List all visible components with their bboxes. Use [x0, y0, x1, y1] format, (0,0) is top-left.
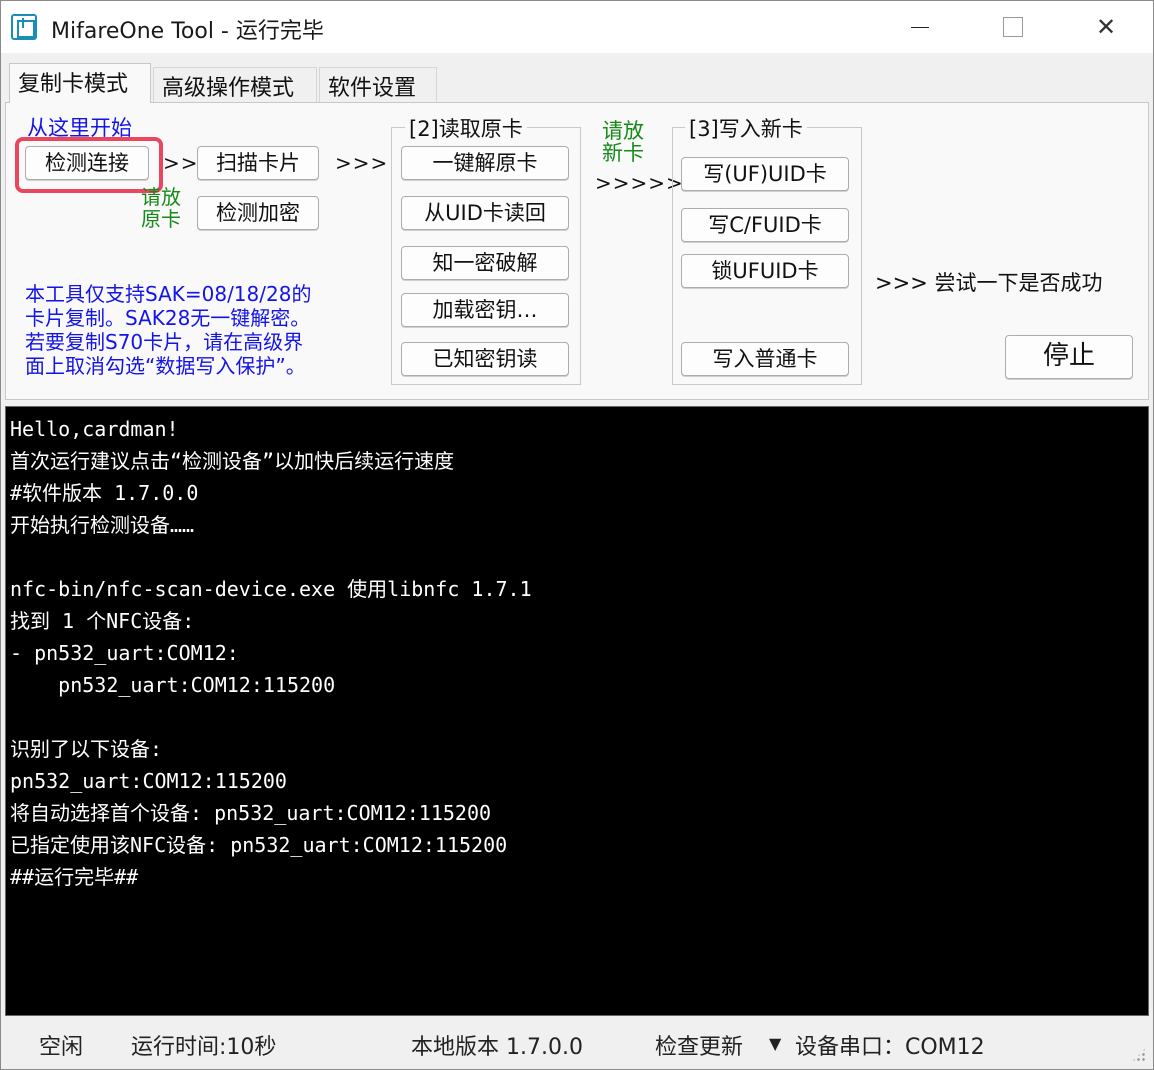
- console-line: 已指定使用该NFC设备: pn532_uart:COM12:115200: [10, 833, 508, 857]
- write-uf-uid-label: 写(UF)UID卡: [703, 162, 827, 186]
- status-runtime: 运行时间:10秒: [131, 1035, 277, 1060]
- console-line: 首次运行建议点击“检测设备”以加快后续运行速度: [10, 449, 455, 473]
- load-keys-label: 加载密钥…: [432, 298, 538, 322]
- detect-connection-button[interactable]: 检测连接: [25, 146, 149, 180]
- read-original-group-title: [2]读取原卡: [405, 113, 527, 143]
- resize-grip-icon[interactable]: [1131, 1047, 1147, 1063]
- known-key-crack-label: 知一密破解: [432, 251, 538, 275]
- check-update-link[interactable]: 检查更新: [655, 1029, 743, 1061]
- check-encryption-label: 检测加密: [216, 201, 300, 225]
- console-line: ##运行完毕##: [10, 865, 139, 889]
- console-line: 将自动选择首个设备: pn532_uart:COM12:115200: [10, 801, 492, 825]
- console-line: 识别了以下设备:: [10, 737, 163, 761]
- stop-label: 停止: [1042, 341, 1095, 371]
- maximize-button[interactable]: [977, 1, 1047, 53]
- try-success-hint: >>> 尝试一下是否成功: [875, 271, 1103, 295]
- close-button[interactable]: ✕: [1071, 1, 1141, 53]
- read-known-keys-button[interactable]: 已知密钥读: [401, 342, 569, 376]
- status-bar: 空闲 运行时间:10秒 本地版本 1.7.0.0 检查更新 ▼ 设备串口：COM…: [1, 1019, 1153, 1069]
- lock-ufuid-label: 锁UFUID卡: [711, 259, 819, 283]
- arrow-to-read: >>>: [335, 151, 389, 175]
- scan-card-button[interactable]: 扫描卡片: [197, 146, 319, 180]
- app-window: MifareOne Tool - 运行完毕 ✕ 复制卡模式 高级操作模式 软件设…: [0, 0, 1154, 1070]
- lock-ufuid-button[interactable]: 锁UFUID卡: [681, 254, 849, 288]
- note-line: 面上取消勾选“数据写入保护”。: [25, 354, 306, 378]
- place-original-line2: 原卡: [141, 207, 181, 231]
- read-known-keys-label: 已知密钥读: [432, 347, 538, 371]
- status-state: 空闲: [39, 1035, 84, 1060]
- tab-settings[interactable]: 软件设置: [319, 67, 437, 103]
- detect-connection-label: 检测连接: [45, 151, 129, 175]
- read-back-uid-label: 从UID卡读回: [424, 201, 546, 225]
- known-key-crack-button[interactable]: 知一密破解: [401, 246, 569, 280]
- console-line: 开始执行检测设备……: [10, 513, 195, 537]
- note-line: 本工具仅支持SAK=08/18/28的: [25, 282, 312, 306]
- console-line: 找到 1 个NFC设备:: [10, 609, 195, 633]
- place-new-hint: 请放 新卡: [602, 120, 644, 164]
- note-line: 卡片复制。SAK28无一键解密。: [25, 306, 311, 330]
- one-click-decrypt-label: 一键解原卡: [432, 151, 538, 175]
- tab-copy-card-mode[interactable]: 复制卡模式: [9, 63, 151, 103]
- place-new-line1: 请放: [602, 119, 644, 143]
- support-note: 本工具仅支持SAK=08/18/28的 卡片复制。SAK28无一键解密。 若要复…: [25, 282, 385, 378]
- scan-card-label: 扫描卡片: [216, 151, 300, 175]
- app-logo-icon: [11, 14, 37, 40]
- output-console[interactable]: Hello,cardman! 首次运行建议点击“检测设备”以加快后续运行速度 #…: [5, 406, 1149, 1016]
- check-encryption-button[interactable]: 检测加密: [197, 196, 319, 230]
- console-line: - pn532_uart:COM12:: [10, 641, 239, 665]
- one-click-decrypt-button[interactable]: 一键解原卡: [401, 146, 569, 180]
- load-keys-button[interactable]: 加载密钥…: [401, 293, 569, 327]
- console-line: pn532_uart:COM12:115200: [10, 769, 287, 793]
- write-normal-card-label: 写入普通卡: [712, 347, 818, 371]
- arrow-to-scan: >>: [163, 151, 199, 175]
- console-line: Hello,cardman!: [10, 417, 179, 441]
- tab-advanced-mode[interactable]: 高级操作模式: [153, 67, 317, 103]
- window-title: MifareOne Tool - 运行完毕: [51, 19, 324, 44]
- stop-button[interactable]: 停止: [1005, 335, 1133, 379]
- title-bar[interactable]: MifareOne Tool - 运行完毕 ✕: [1, 1, 1153, 53]
- write-normal-card-button[interactable]: 写入普通卡: [681, 342, 849, 376]
- place-original-hint: 请放 原卡: [141, 186, 181, 230]
- port-dropdown-icon[interactable]: ▼: [769, 1034, 781, 1053]
- read-back-uid-button[interactable]: 从UID卡读回: [401, 196, 569, 230]
- write-cfuid-label: 写C/FUID卡: [708, 213, 822, 237]
- note-line: 若要复制S70卡片，请在高级界: [25, 330, 304, 354]
- console-line: nfc-bin/nfc-scan-device.exe 使用libnfc 1.7…: [10, 577, 532, 601]
- place-new-line2: 新卡: [602, 141, 644, 165]
- write-new-group-title: [3]写入新卡: [685, 113, 807, 143]
- place-original-line1: 请放: [141, 185, 181, 209]
- write-cfuid-button[interactable]: 写C/FUID卡: [681, 208, 849, 242]
- status-port[interactable]: 设备串口：COM12: [795, 1029, 985, 1061]
- console-line: #软件版本 1.7.0.0: [10, 481, 199, 505]
- status-version: 本地版本 1.7.0.0: [411, 1035, 583, 1060]
- write-uf-uid-button[interactable]: 写(UF)UID卡: [681, 157, 849, 191]
- console-line: pn532_uart:COM12:115200: [10, 673, 336, 697]
- arrow-to-write: >>>>>: [595, 171, 684, 195]
- minimize-button[interactable]: [885, 1, 955, 53]
